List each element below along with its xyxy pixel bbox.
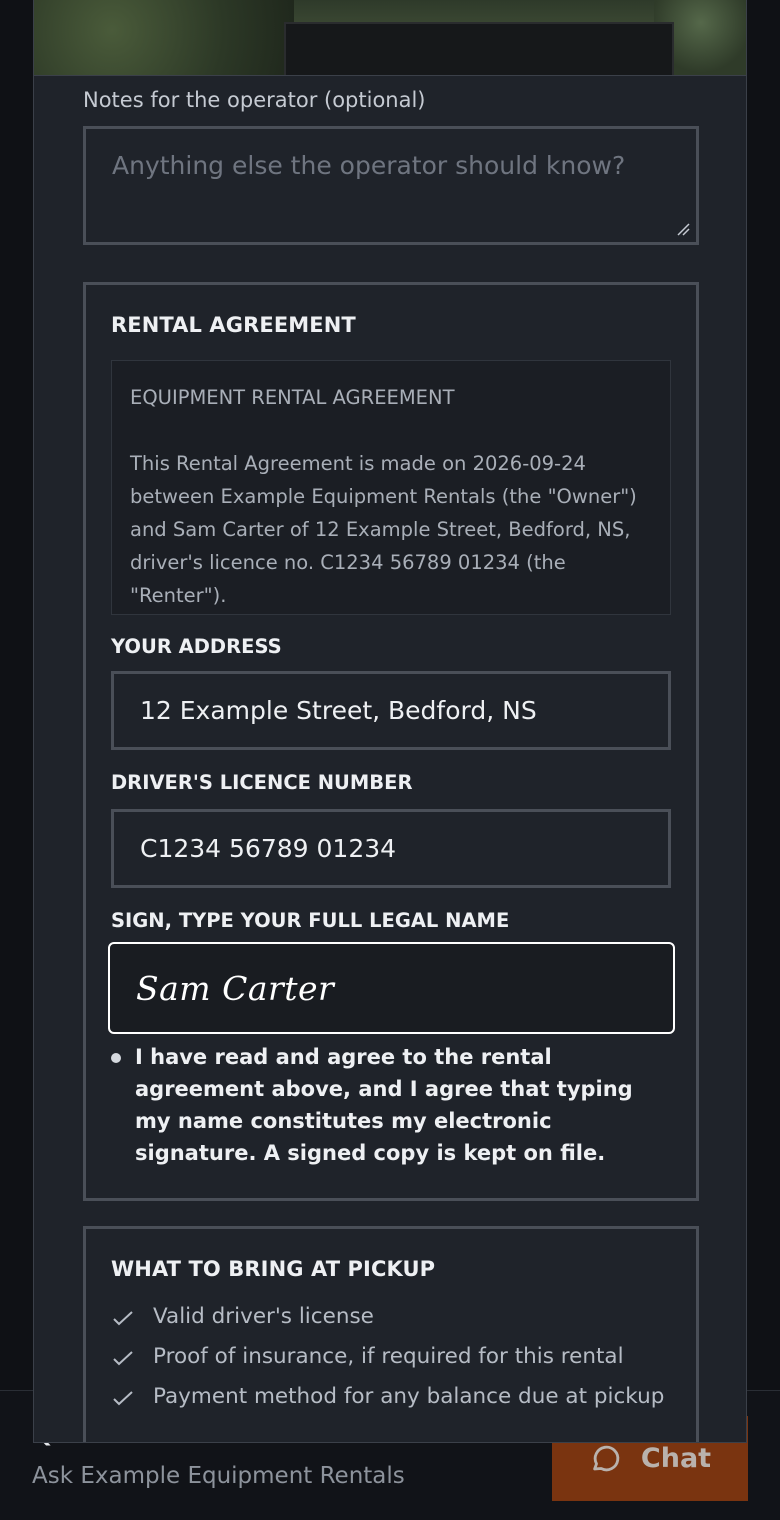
equipment-photo bbox=[34, 0, 746, 76]
consent-text: I have read and agree to the rental agre… bbox=[135, 1045, 633, 1165]
chat-label: Chat bbox=[640, 1443, 712, 1474]
notes-placeholder: Anything else the operator should know? bbox=[112, 151, 626, 180]
checkmark-icon bbox=[113, 1311, 133, 1326]
licence-value: C1234 56789 01234 bbox=[140, 834, 397, 863]
address-input[interactable]: 12 Example Street, Bedford, NS bbox=[111, 671, 671, 750]
notes-label: Notes for the operator (optional) bbox=[83, 88, 426, 112]
pickup-requirements-card: WHAT TO BRING AT PICKUP Valid driver's l… bbox=[83, 1226, 699, 1442]
pickup-item-label: Valid driver's license bbox=[153, 1304, 374, 1329]
checkmark-icon bbox=[113, 1391, 133, 1406]
pickup-item-label: Proof of insurance, if required for this… bbox=[153, 1344, 624, 1369]
rental-agreement-card: RENTAL AGREEMENT EQUIPMENT RENTAL AGREEM… bbox=[83, 282, 699, 1201]
licence-input[interactable]: C1234 56789 01234 bbox=[111, 809, 671, 888]
pickup-title: WHAT TO BRING AT PICKUP bbox=[111, 1257, 436, 1281]
list-item: Proof of insurance, if required for this… bbox=[111, 1341, 671, 1373]
signature-input[interactable]: Sam Carter bbox=[108, 942, 675, 1034]
list-item: Payment method for any balance due at pi… bbox=[111, 1381, 671, 1413]
pickup-item-label: Payment method for any balance due at pi… bbox=[153, 1384, 665, 1409]
chat-bubble-icon bbox=[593, 1445, 620, 1471]
agreement-doc-heading: EQUIPMENT RENTAL AGREEMENT bbox=[130, 386, 455, 409]
signature-label: SIGN, TYPE YOUR FULL LEGAL NAME bbox=[111, 909, 510, 932]
consent-checkbox[interactable]: I have read and agree to the rental agre… bbox=[111, 1041, 671, 1169]
resize-grip-icon[interactable] bbox=[676, 222, 690, 236]
rental-agreement-title: RENTAL AGREEMENT bbox=[111, 313, 356, 337]
address-label: YOUR ADDRESS bbox=[111, 635, 282, 658]
questions-subtitle: Ask Example Equipment Rentals bbox=[32, 1463, 405, 1489]
notes-textarea[interactable]: Anything else the operator should know? bbox=[83, 126, 699, 245]
address-value: 12 Example Street, Bedford, NS bbox=[140, 696, 537, 725]
list-item: Valid driver's license bbox=[111, 1301, 671, 1333]
checkmark-icon bbox=[113, 1351, 133, 1366]
licence-label: DRIVER'S LICENCE NUMBER bbox=[111, 771, 413, 794]
booking-modal: Notes for the operator (optional) Anythi… bbox=[33, 0, 747, 1443]
consent-bullet-icon bbox=[111, 1053, 121, 1063]
signature-value: Sam Carter bbox=[136, 968, 335, 1008]
pickup-list: Valid driver's license Proof of insuranc… bbox=[111, 1301, 671, 1421]
agreement-document[interactable]: EQUIPMENT RENTAL AGREEMENT This Rental A… bbox=[111, 360, 671, 615]
agreement-doc-body: This Rental Agreement is made on 2026-09… bbox=[130, 452, 637, 607]
